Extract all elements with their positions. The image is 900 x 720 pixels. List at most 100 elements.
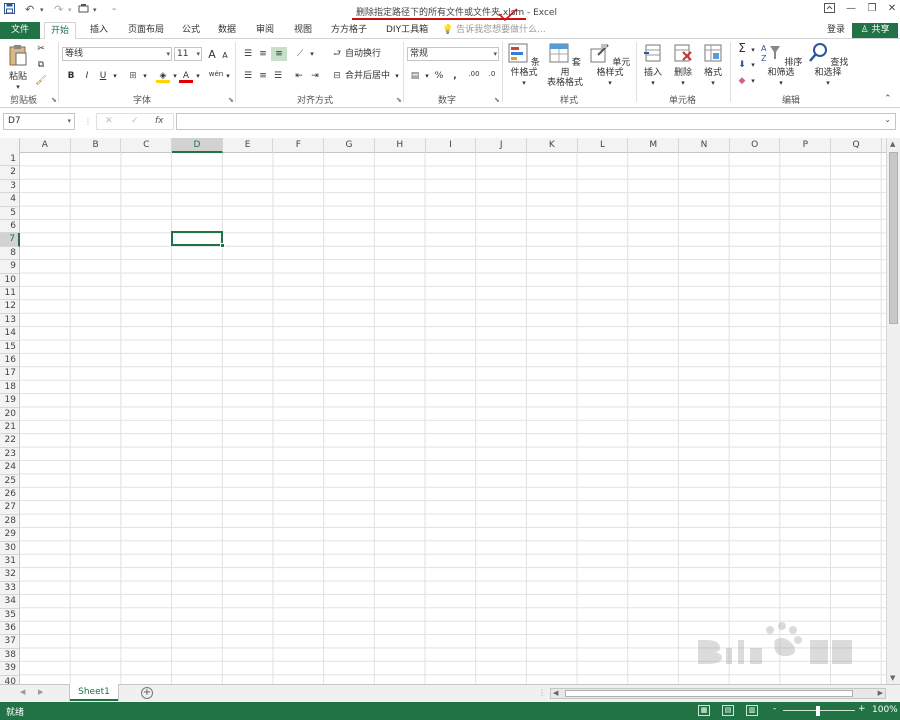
increase-indent-icon[interactable]: ⇥ [308,69,322,83]
tab-insert[interactable]: 插入 [84,22,114,39]
copy-icon[interactable]: ⧉ [34,58,48,72]
bold-button[interactable]: B [64,69,78,83]
login-link[interactable]: 登录 [827,22,845,38]
align-bottom-icon[interactable]: ≡ [271,47,287,61]
column-header-l[interactable]: L [578,138,629,153]
tab-home[interactable]: 开始 [44,22,77,40]
row-header-3[interactable]: 3 [0,179,20,194]
name-box[interactable]: D7 ▾ [3,113,75,130]
cell-styles-button[interactable]: 单元格样式 ▾ [588,43,632,88]
row-header-24[interactable]: 24 [0,461,20,475]
cancel-icon[interactable]: ✕ [105,116,113,126]
format-cells-button[interactable]: 格式 ▾ [700,43,726,88]
redo-dropdown-icon[interactable]: ▾ [68,6,72,14]
paste-button[interactable]: 粘贴 ▾ [5,43,31,92]
row-header-17[interactable]: 17 [0,367,20,381]
sort-filter-button[interactable]: A Z 排序和筛选 ▾ [758,43,804,88]
zoom-in-button[interactable]: + [858,704,866,714]
row-header-40[interactable]: 40 [0,675,20,684]
prev-sheet-icon[interactable]: ◀ [20,688,25,696]
orientation-dropdown-icon[interactable]: ▾ [305,47,319,61]
row-header-9[interactable]: 9 [0,260,20,274]
font-color-dropdown-icon[interactable]: ▾ [191,69,205,83]
tab-split-grip-icon[interactable]: ⋮ [538,688,546,697]
column-header-d[interactable]: D [172,138,223,153]
font-name-combo[interactable]: 等线 ▾ [62,47,172,61]
format-as-table-button[interactable]: 套用 表格格式 [545,43,585,88]
row-header-10[interactable]: 10 [0,273,20,287]
row-header-1[interactable]: 1 [0,153,20,167]
increase-decimal-button[interactable]: .00 [466,67,482,81]
scroll-down-icon[interactable]: ▼ [890,674,895,682]
underline-dropdown-icon[interactable]: ▾ [108,69,122,83]
italic-button[interactable]: I [80,69,94,83]
scroll-right-icon[interactable]: ▶ [878,689,883,697]
active-cell-border[interactable] [171,231,223,246]
number-launcher-icon[interactable]: ⬊ [494,96,500,104]
insert-cells-button[interactable]: 插入 ▾ [640,43,666,88]
expand-formula-icon[interactable]: ⌄ [884,115,891,124]
vertical-scrollbar[interactable]: ▲ ▼ [886,138,900,684]
wrap-text-icon[interactable]: ⮐ [330,47,344,61]
merge-center-button[interactable]: 合并后居中 [345,69,390,83]
row-header-14[interactable]: 14 [0,327,20,341]
merge-center-icon[interactable]: ⊟ [330,69,344,83]
tab-fangfang[interactable]: 方方格子 [325,22,373,39]
number-format-combo[interactable]: 常规 ▾ [407,47,499,61]
page-layout-view-icon[interactable]: ▤ [722,705,734,716]
row-header-5[interactable]: 5 [0,206,20,220]
row-header-21[interactable]: 21 [0,421,20,435]
touch-mode-icon[interactable] [78,3,91,17]
select-all-corner[interactable] [0,138,20,153]
sheet-tab-sheet1[interactable]: Sheet1 [70,684,118,701]
row-header-30[interactable]: 30 [0,541,20,555]
row-header-29[interactable]: 29 [0,528,20,542]
row-header-15[interactable]: 15 [0,340,20,354]
tab-view[interactable]: 视图 [288,22,318,39]
column-header-b[interactable]: B [71,138,122,153]
column-header-n[interactable]: N [679,138,730,153]
alignment-launcher-icon[interactable]: ⬊ [396,96,402,104]
normal-view-icon[interactable]: ▦ [698,705,710,716]
vertical-scroll-thumb[interactable] [889,152,898,324]
align-middle-icon[interactable]: ≡ [256,47,270,61]
row-header-37[interactable]: 37 [0,635,20,649]
row-header-27[interactable]: 27 [0,501,20,515]
delete-cells-button[interactable]: 删除 ▾ [670,43,696,88]
collapse-ribbon-icon[interactable]: ⌃ [884,94,892,104]
clipboard-launcher-icon[interactable]: ⬊ [51,96,57,104]
customize-qat-icon[interactable]: ₌ [112,3,116,12]
row-header-6[interactable]: 6 [0,220,20,234]
tab-formulas[interactable]: 公式 [176,22,206,39]
page-break-view-icon[interactable]: ▥ [746,705,758,716]
column-header-c[interactable]: C [121,138,173,153]
decrease-indent-icon[interactable]: ⇤ [292,69,306,83]
formula-input[interactable]: ⌄ [176,113,896,130]
row-header-28[interactable]: 28 [0,514,20,529]
align-top-icon[interactable]: ☰ [241,47,255,61]
row-header-12[interactable]: 12 [0,300,20,314]
column-header-k[interactable]: K [527,138,578,153]
font-launcher-icon[interactable]: ⬊ [228,96,234,104]
tab-page-layout[interactable]: 页面布局 [122,22,170,39]
undo-icon[interactable]: ↶ [25,3,34,16]
minimize-icon[interactable]: — [844,3,858,14]
align-left-icon[interactable]: ☰ [241,69,255,83]
row-header-4[interactable]: 4 [0,193,20,207]
row-header-11[interactable]: 11 [0,287,20,301]
decrease-decimal-button[interactable]: .0 [484,67,500,81]
tell-me-box[interactable]: 💡 告诉我您想要做什么... [442,22,546,39]
enter-icon[interactable]: ✓ [131,116,139,126]
cell-area[interactable] [20,153,886,684]
redo-icon[interactable]: ↷ [54,3,63,16]
zoom-slider-thumb[interactable] [816,706,820,716]
row-header-13[interactable]: 13 [0,313,20,328]
phonetic-dropdown-icon[interactable]: ▾ [221,69,235,83]
save-icon[interactable] [4,3,15,17]
row-header-33[interactable]: 33 [0,581,20,596]
grow-font-button[interactable]: A [205,48,219,62]
tab-data[interactable]: 数据 [212,22,242,39]
row-header-16[interactable]: 16 [0,354,20,368]
zoom-out-button[interactable]: - [773,704,776,714]
row-header-18[interactable]: 18 [0,380,20,395]
